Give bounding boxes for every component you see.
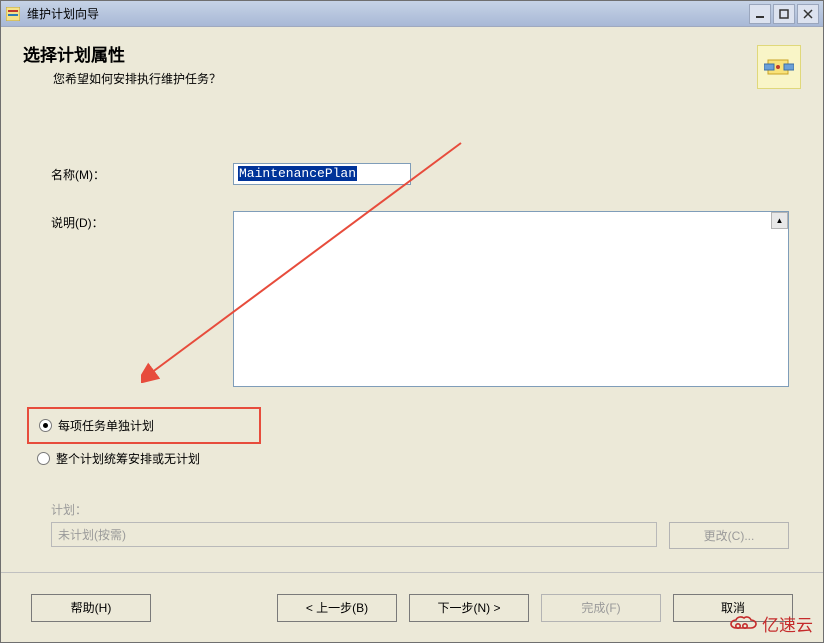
window-title: 维护计划向导 xyxy=(27,5,749,22)
radio-dot-icon xyxy=(39,419,52,432)
name-label: 名称(M)： xyxy=(51,163,233,183)
close-button[interactable] xyxy=(797,4,819,24)
annotation-highlight-box: 每项任务单独计划 xyxy=(27,407,261,444)
scroll-up-icon[interactable]: ▲ xyxy=(771,212,788,229)
radio-single-schedule[interactable]: 整个计划统筹安排或无计划 xyxy=(37,450,789,467)
watermark-cloud-icon xyxy=(728,614,758,634)
watermark-text: 亿速云 xyxy=(762,611,813,636)
finish-button: 完成(F) xyxy=(541,594,661,622)
desc-label: 说明(D)： xyxy=(51,211,233,231)
window-buttons xyxy=(749,4,819,24)
page-subtitle: 您希望如何安排执行维护任务？ xyxy=(53,70,757,87)
page-title: 选择计划属性 xyxy=(23,41,757,66)
schedule-label: 计划： xyxy=(51,501,789,518)
back-button[interactable]: < 上一步(B) xyxy=(277,594,397,622)
wizard-window: 维护计划向导 选择计划属性 您希望如何安排执行维护任务？ xyxy=(0,0,824,643)
help-button[interactable]: 帮助(H) xyxy=(31,594,151,622)
radio-dot-icon xyxy=(37,452,50,465)
wizard-header-icon xyxy=(757,45,801,89)
name-input[interactable] xyxy=(233,163,411,185)
watermark: 亿速云 xyxy=(728,611,813,636)
title-bar: 维护计划向导 xyxy=(1,1,823,27)
minimize-button[interactable] xyxy=(749,4,771,24)
name-input-wrap: MaintenancePlan xyxy=(233,163,789,185)
radio-label: 整个计划统筹安排或无计划 xyxy=(56,450,200,467)
change-schedule-button: 更改(C)... xyxy=(669,522,789,549)
app-icon xyxy=(5,6,21,22)
schedule-input xyxy=(51,522,657,547)
description-textarea[interactable]: ▲ xyxy=(233,211,789,387)
wizard-footer: 帮助(H) < 上一步(B) 下一步(N) > 完成(F) 取消 xyxy=(1,572,823,642)
schedule-group: 计划： 更改(C)... xyxy=(51,501,789,549)
wizard-header: 选择计划属性 您希望如何安排执行维护任务？ xyxy=(1,27,823,123)
next-button[interactable]: 下一步(N) > xyxy=(409,594,529,622)
maximize-button[interactable] xyxy=(773,4,795,24)
radio-label: 每项任务单独计划 xyxy=(58,417,154,434)
wizard-body: 名称(M)： MaintenancePlan 说明(D)： ▲ xyxy=(1,123,823,561)
radio-individual-schedule[interactable]: 每项任务单独计划 xyxy=(39,417,249,434)
